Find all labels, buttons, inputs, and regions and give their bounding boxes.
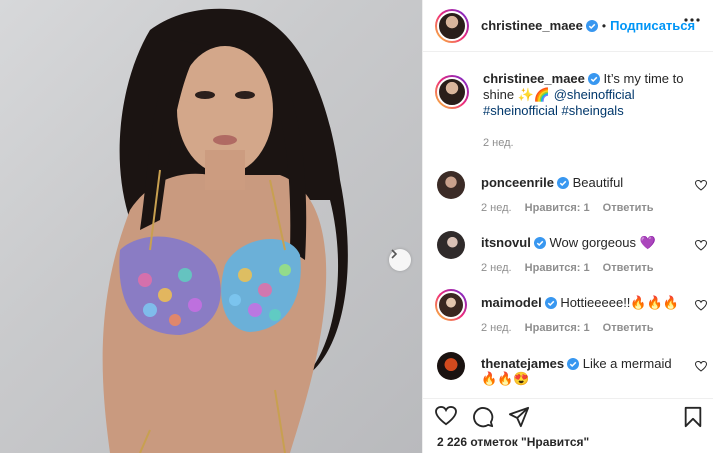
follow-button[interactable]: Подписаться	[610, 18, 695, 33]
heart-icon[interactable]	[695, 180, 707, 191]
commenter-avatar[interactable]	[435, 289, 467, 321]
photo-illustration	[102, 8, 348, 453]
next-photo-button[interactable]	[389, 249, 411, 271]
comment-item: maimodel Hottieeeee!!🔥🔥🔥 2 нед. Нравится…	[435, 289, 707, 341]
heart-icon[interactable]	[695, 240, 707, 251]
bookmark-icon[interactable]	[683, 406, 703, 428]
comment-time[interactable]: 2 нед.	[481, 322, 512, 334]
author-avatar[interactable]	[435, 8, 469, 43]
chevron-right-icon	[391, 249, 398, 259]
heart-icon[interactable]	[695, 361, 707, 372]
comment-text: Beautiful	[572, 175, 624, 190]
author-username[interactable]: christinee_maee	[481, 18, 583, 33]
reply-button[interactable]: Ответить	[603, 202, 654, 214]
verified-badge-icon	[533, 237, 546, 249]
comment-text: Hottieeeee!!🔥🔥🔥	[560, 295, 679, 310]
caption-time[interactable]: 2 нед.	[483, 137, 514, 149]
comment-item: itsnovul Wow gorgeous 💜 2 нед. Нравится:…	[437, 231, 707, 281]
commenter-avatar[interactable]	[437, 231, 465, 259]
header-separator: •	[601, 18, 607, 33]
comment-icon[interactable]	[472, 406, 494, 428]
commenter-username[interactable]: ponceenrile	[481, 175, 554, 190]
caption-username[interactable]: christinee_maee	[483, 71, 585, 86]
likes-count[interactable]: 2 226 отметок "Нравится"	[437, 435, 589, 449]
reply-button[interactable]: Ответить	[603, 322, 654, 334]
commenter-avatar[interactable]	[437, 352, 465, 380]
more-options-icon[interactable]	[684, 18, 700, 22]
comments-section: christinee_maee It’s my time to shine ✨🌈…	[423, 53, 713, 393]
like-heart-icon[interactable]	[435, 406, 457, 426]
commenter-username[interactable]: maimodel	[481, 295, 542, 310]
post-photo[interactable]	[0, 0, 422, 453]
post-side-panel: christinee_maee • Подписаться christinee…	[422, 0, 713, 453]
share-icon[interactable]	[508, 406, 530, 428]
commenter-avatar[interactable]	[437, 171, 465, 199]
comment-item: ponceenrile Beautiful 2 нед. Нравится: 1…	[437, 171, 707, 221]
caption-hashtags[interactable]: #sheinofficial #sheingals	[483, 103, 624, 118]
comment-time[interactable]: 2 нед.	[481, 202, 512, 214]
comment-likes[interactable]: Нравится: 1	[525, 202, 590, 214]
post-actions-bar: 2 226 отметок "Нравится"	[423, 398, 713, 453]
verified-badge-icon	[585, 19, 598, 32]
verified-badge-icon	[544, 297, 557, 309]
comment-text: Wow gorgeous 💜	[549, 235, 656, 250]
heart-icon[interactable]	[695, 300, 707, 311]
post-header: christinee_maee • Подписаться	[423, 0, 713, 52]
comment-likes[interactable]: Нравится: 1	[525, 262, 590, 274]
comment-text-continued: 🔥🔥😍	[481, 371, 530, 386]
caption-avatar[interactable]	[435, 75, 469, 109]
reply-button[interactable]: Ответить	[603, 262, 654, 274]
comment-time[interactable]: 2 нед.	[481, 262, 512, 274]
verified-badge-icon	[567, 358, 580, 370]
caption-mention[interactable]: @sheinofficial	[554, 87, 635, 102]
commenter-username[interactable]: thenatejames	[481, 356, 564, 371]
comment-item: thenatejames Like a mermaid 🔥🔥😍	[437, 352, 707, 402]
commenter-username[interactable]: itsnovul	[481, 235, 531, 250]
comment-likes[interactable]: Нравится: 1	[525, 322, 590, 334]
verified-badge-icon	[556, 177, 569, 189]
comment-text: Like a mermaid	[582, 356, 672, 371]
verified-badge-icon	[587, 73, 600, 85]
